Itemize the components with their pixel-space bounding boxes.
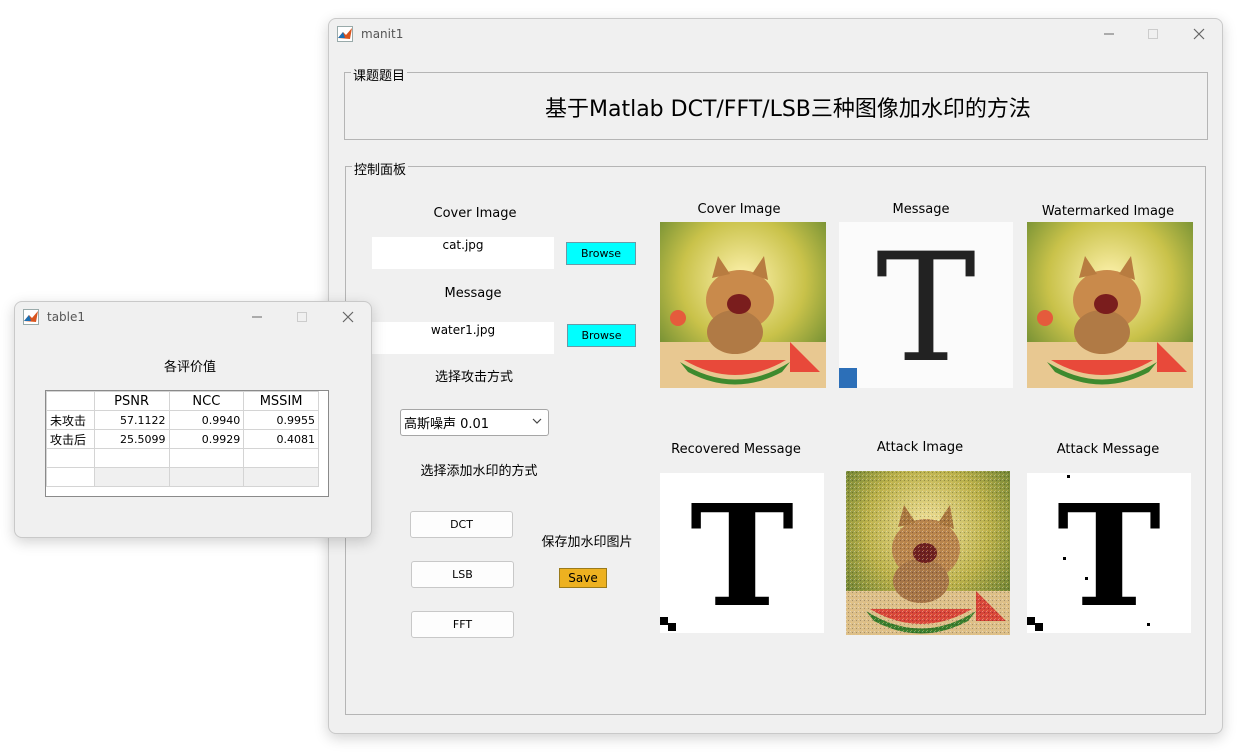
control-panel-legend: 控制面板 <box>352 159 409 178</box>
main-window-title: manit1 <box>361 27 404 41</box>
close-icon[interactable] <box>1179 19 1219 49</box>
watermarked-image-display <box>1027 222 1193 388</box>
cover-image-display <box>660 222 826 388</box>
table-row: 未攻击 57.1122 0.9940 0.9955 <box>46 410 319 430</box>
topic-panel-legend: 课题题目 <box>351 65 408 84</box>
svg-text:T: T <box>690 475 794 633</box>
table-cell[interactable] <box>93 467 170 487</box>
table-cell[interactable]: 25.5099 <box>93 429 170 449</box>
browse-cover-button[interactable]: Browse <box>566 242 636 265</box>
message-label: Message <box>444 286 502 301</box>
table-cell[interactable]: 0.9929 <box>168 429 245 449</box>
message-image-title: Message <box>892 202 950 217</box>
table-row: 攻击后 25.5099 0.9929 0.4081 <box>46 429 319 449</box>
topic-panel: 课题题目 基于Matlab DCT/FFT/LSB三种图像加水印的方法 <box>344 65 1208 140</box>
matlab-icon <box>337 26 353 42</box>
table-cell[interactable] <box>168 467 245 487</box>
table-cell[interactable] <box>93 448 170 468</box>
minimize-icon[interactable] <box>237 302 277 332</box>
cover-image-field[interactable]: cat.jpg <box>372 237 554 269</box>
minimize-icon[interactable] <box>1089 19 1129 49</box>
close-icon[interactable] <box>328 302 368 332</box>
evaluation-table-frame: PSNR NCC MSSIM 未攻击 57.1122 0.9940 0.9955… <box>45 390 329 497</box>
lsb-button[interactable]: LSB <box>411 561 514 588</box>
table-window: table1 各评价值 PSNR NCC MSSIM 未攻击 57.1122 0… <box>14 301 372 538</box>
watermarked-image-title: Watermarked Image <box>1041 204 1175 219</box>
table-cell[interactable]: 0.9955 <box>243 410 319 430</box>
table-cell[interactable] <box>46 467 95 487</box>
column-header[interactable]: PSNR <box>93 391 170 411</box>
table-cell[interactable] <box>168 448 245 468</box>
table-row <box>46 467 319 487</box>
fft-button[interactable]: FFT <box>411 611 514 638</box>
dct-button[interactable]: DCT <box>410 511 513 538</box>
save-button[interactable]: Save <box>559 568 607 588</box>
table-window-title: table1 <box>47 310 86 324</box>
attack-image-title: Attack Image <box>876 440 964 455</box>
attack-image-display <box>846 471 1010 635</box>
table-cell[interactable] <box>243 448 319 468</box>
cover-image-title: Cover Image <box>697 202 781 217</box>
svg-text:T: T <box>1057 475 1161 633</box>
page-title: 基于Matlab DCT/FFT/LSB三种图像加水印的方法 <box>545 97 1031 122</box>
column-header[interactable]: MSSIM <box>243 391 319 411</box>
table-cell[interactable] <box>243 467 319 487</box>
table-row <box>46 448 319 468</box>
evaluation-heading: 各评价值 <box>163 360 216 375</box>
message-image-display: T <box>839 222 1013 388</box>
table-cell[interactable]: 57.1122 <box>93 410 170 430</box>
svg-text:T: T <box>876 222 976 388</box>
recovered-message-display: T <box>660 473 824 633</box>
evaluation-table: PSNR NCC MSSIM 未攻击 57.1122 0.9940 0.9955… <box>46 391 319 487</box>
table-cell[interactable]: 0.9940 <box>168 410 245 430</box>
row-header[interactable]: 攻击后 <box>46 429 95 449</box>
attack-message-title: Attack Message <box>1056 442 1160 457</box>
watermark-method-label: 选择添加水印的方式 <box>420 464 538 479</box>
chevron-down-icon <box>531 415 543 431</box>
column-header[interactable]: NCC <box>168 391 245 411</box>
save-label: 保存加水印图片 <box>541 535 633 550</box>
attack-method-value: 高斯噪声 0.01 <box>404 417 490 432</box>
table-cell[interactable] <box>46 448 95 468</box>
row-header[interactable]: 未攻击 <box>46 410 95 430</box>
main-window: manit1 课题题目 基于Matlab DCT/FFT/LSB三种图像加水印的… <box>328 18 1223 734</box>
matlab-icon <box>23 309 39 325</box>
attack-message-display: T <box>1027 473 1191 633</box>
cover-image-label: Cover Image <box>433 206 517 221</box>
recovered-message-title: Recovered Message <box>671 442 801 457</box>
message-field[interactable]: water1.jpg <box>372 322 554 354</box>
attack-method-label: 选择攻击方式 <box>434 370 513 385</box>
attack-method-select[interactable]: 高斯噪声 0.01 <box>400 409 549 436</box>
maximize-icon[interactable] <box>1133 19 1173 49</box>
table-corner-header <box>46 391 95 411</box>
browse-message-button[interactable]: Browse <box>567 324 636 347</box>
table-cell[interactable]: 0.4081 <box>243 429 319 449</box>
maximize-icon[interactable] <box>282 302 322 332</box>
